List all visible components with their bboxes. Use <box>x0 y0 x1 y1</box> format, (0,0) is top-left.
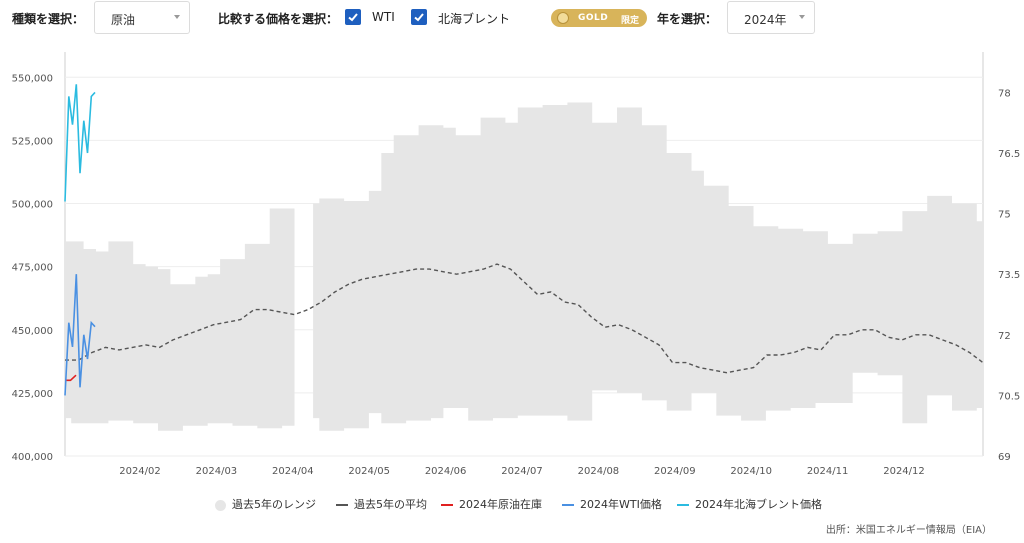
brent-price-2024-line <box>64 84 96 202</box>
legend-label: 過去5年のレンジ <box>232 498 316 511</box>
legend-item[interactable]: 2024年WTI価格 <box>562 496 662 512</box>
x-tick-label: 2024/04 <box>272 466 314 477</box>
check-icon <box>348 13 358 22</box>
y-left-tick-label: 525,000 <box>12 136 53 147</box>
legend-label: 2024年北海ブレント価格 <box>695 498 822 511</box>
legend-line-icon <box>441 504 453 506</box>
y-right-tick-label: 76.5 <box>998 149 1020 160</box>
legend-item[interactable]: 2024年原油在庫 <box>441 496 542 512</box>
chart-legend: 過去5年のレンジ 過去5年の平均 2024年原油在庫 2024年WTI価格 2024年北… <box>0 496 1024 512</box>
type-label: 種類を選択： <box>12 12 85 26</box>
y-left-tick-label: 550,000 <box>12 73 53 84</box>
x-tick-label: 2024/06 <box>425 466 467 477</box>
y-left-tick-label: 475,000 <box>12 263 53 274</box>
brent-checkbox-label[interactable]: 北海ブレント <box>438 10 510 27</box>
year-label: 年を選択： <box>657 12 718 26</box>
x-tick-label: 2024/10 <box>730 466 772 477</box>
legend-line-icon <box>677 504 689 506</box>
source-note: 出所：米国エネルギー情報局（EIA） <box>825 525 992 536</box>
y-right-tick-label: 72 <box>998 331 1011 342</box>
legend-label: 2024年原油在庫 <box>459 498 542 511</box>
chevron-down-icon <box>799 15 805 19</box>
wti-checkbox-label[interactable]: WTI <box>372 10 395 24</box>
legend-item[interactable]: 過去5年の平均 <box>336 496 427 512</box>
legend-item[interactable]: 過去5年のレンジ <box>215 496 316 512</box>
legend-label: 過去5年の平均 <box>354 498 427 511</box>
chevron-down-icon <box>174 15 180 19</box>
compare-label: 比較する価格を選択： <box>218 12 339 26</box>
five-year-range-band <box>313 102 984 431</box>
legend-item[interactable]: 2024年北海ブレント価格 <box>677 496 822 512</box>
gold-badge-text: GOLD <box>578 13 609 23</box>
wti-checkbox[interactable] <box>345 9 361 25</box>
x-tick-label: 2024/08 <box>578 466 620 477</box>
x-tick-label: 2024/05 <box>348 466 390 477</box>
x-tick-label: 2024/11 <box>807 466 849 477</box>
legend-dot-icon <box>215 499 226 511</box>
check-icon <box>414 13 424 22</box>
legend-line-icon <box>336 504 348 506</box>
y-right-tick-label: 69 <box>998 452 1011 463</box>
brent-checkbox[interactable] <box>411 9 427 25</box>
y-left-tick-label: 500,000 <box>12 200 53 211</box>
x-tick-label: 2024/02 <box>119 466 161 477</box>
legend-line-icon <box>562 504 574 506</box>
control-bar: 種類を選択： 原油 比較する価格を選択： WTI 北海ブレント GOLD 限定 … <box>0 0 1024 40</box>
x-tick-label: 2024/12 <box>883 466 925 477</box>
inventory-chart: 400,000 425,000 450,000 475,000 500,000 525,0… <box>12 52 1020 477</box>
type-select[interactable]: 原油 <box>94 1 190 34</box>
five-year-range-band <box>65 208 295 431</box>
gold-coin-icon <box>557 12 569 24</box>
y-right-tick-label: 73.5 <box>998 270 1020 281</box>
y-right-tick-label: 75 <box>998 210 1011 221</box>
year-select-value: 2024年 <box>744 13 787 27</box>
gold-badge: GOLD 限定 <box>551 9 647 27</box>
y-left-tick-label: 425,000 <box>12 389 53 400</box>
legend-label: 2024年WTI価格 <box>580 498 662 511</box>
x-tick-label: 2024/09 <box>654 466 696 477</box>
gold-badge-tag: 限定 <box>621 16 640 26</box>
type-select-value: 原油 <box>111 13 136 27</box>
x-tick-label: 2024/03 <box>196 466 238 477</box>
year-select[interactable]: 2024年 <box>727 1 815 34</box>
x-tick-label: 2024/07 <box>501 466 543 477</box>
y-left-tick-label: 450,000 <box>12 326 53 337</box>
y-right-tick-label: 70.5 <box>998 391 1020 402</box>
y-left-tick-label: 400,000 <box>12 452 53 463</box>
y-right-tick-label: 78 <box>998 88 1011 99</box>
